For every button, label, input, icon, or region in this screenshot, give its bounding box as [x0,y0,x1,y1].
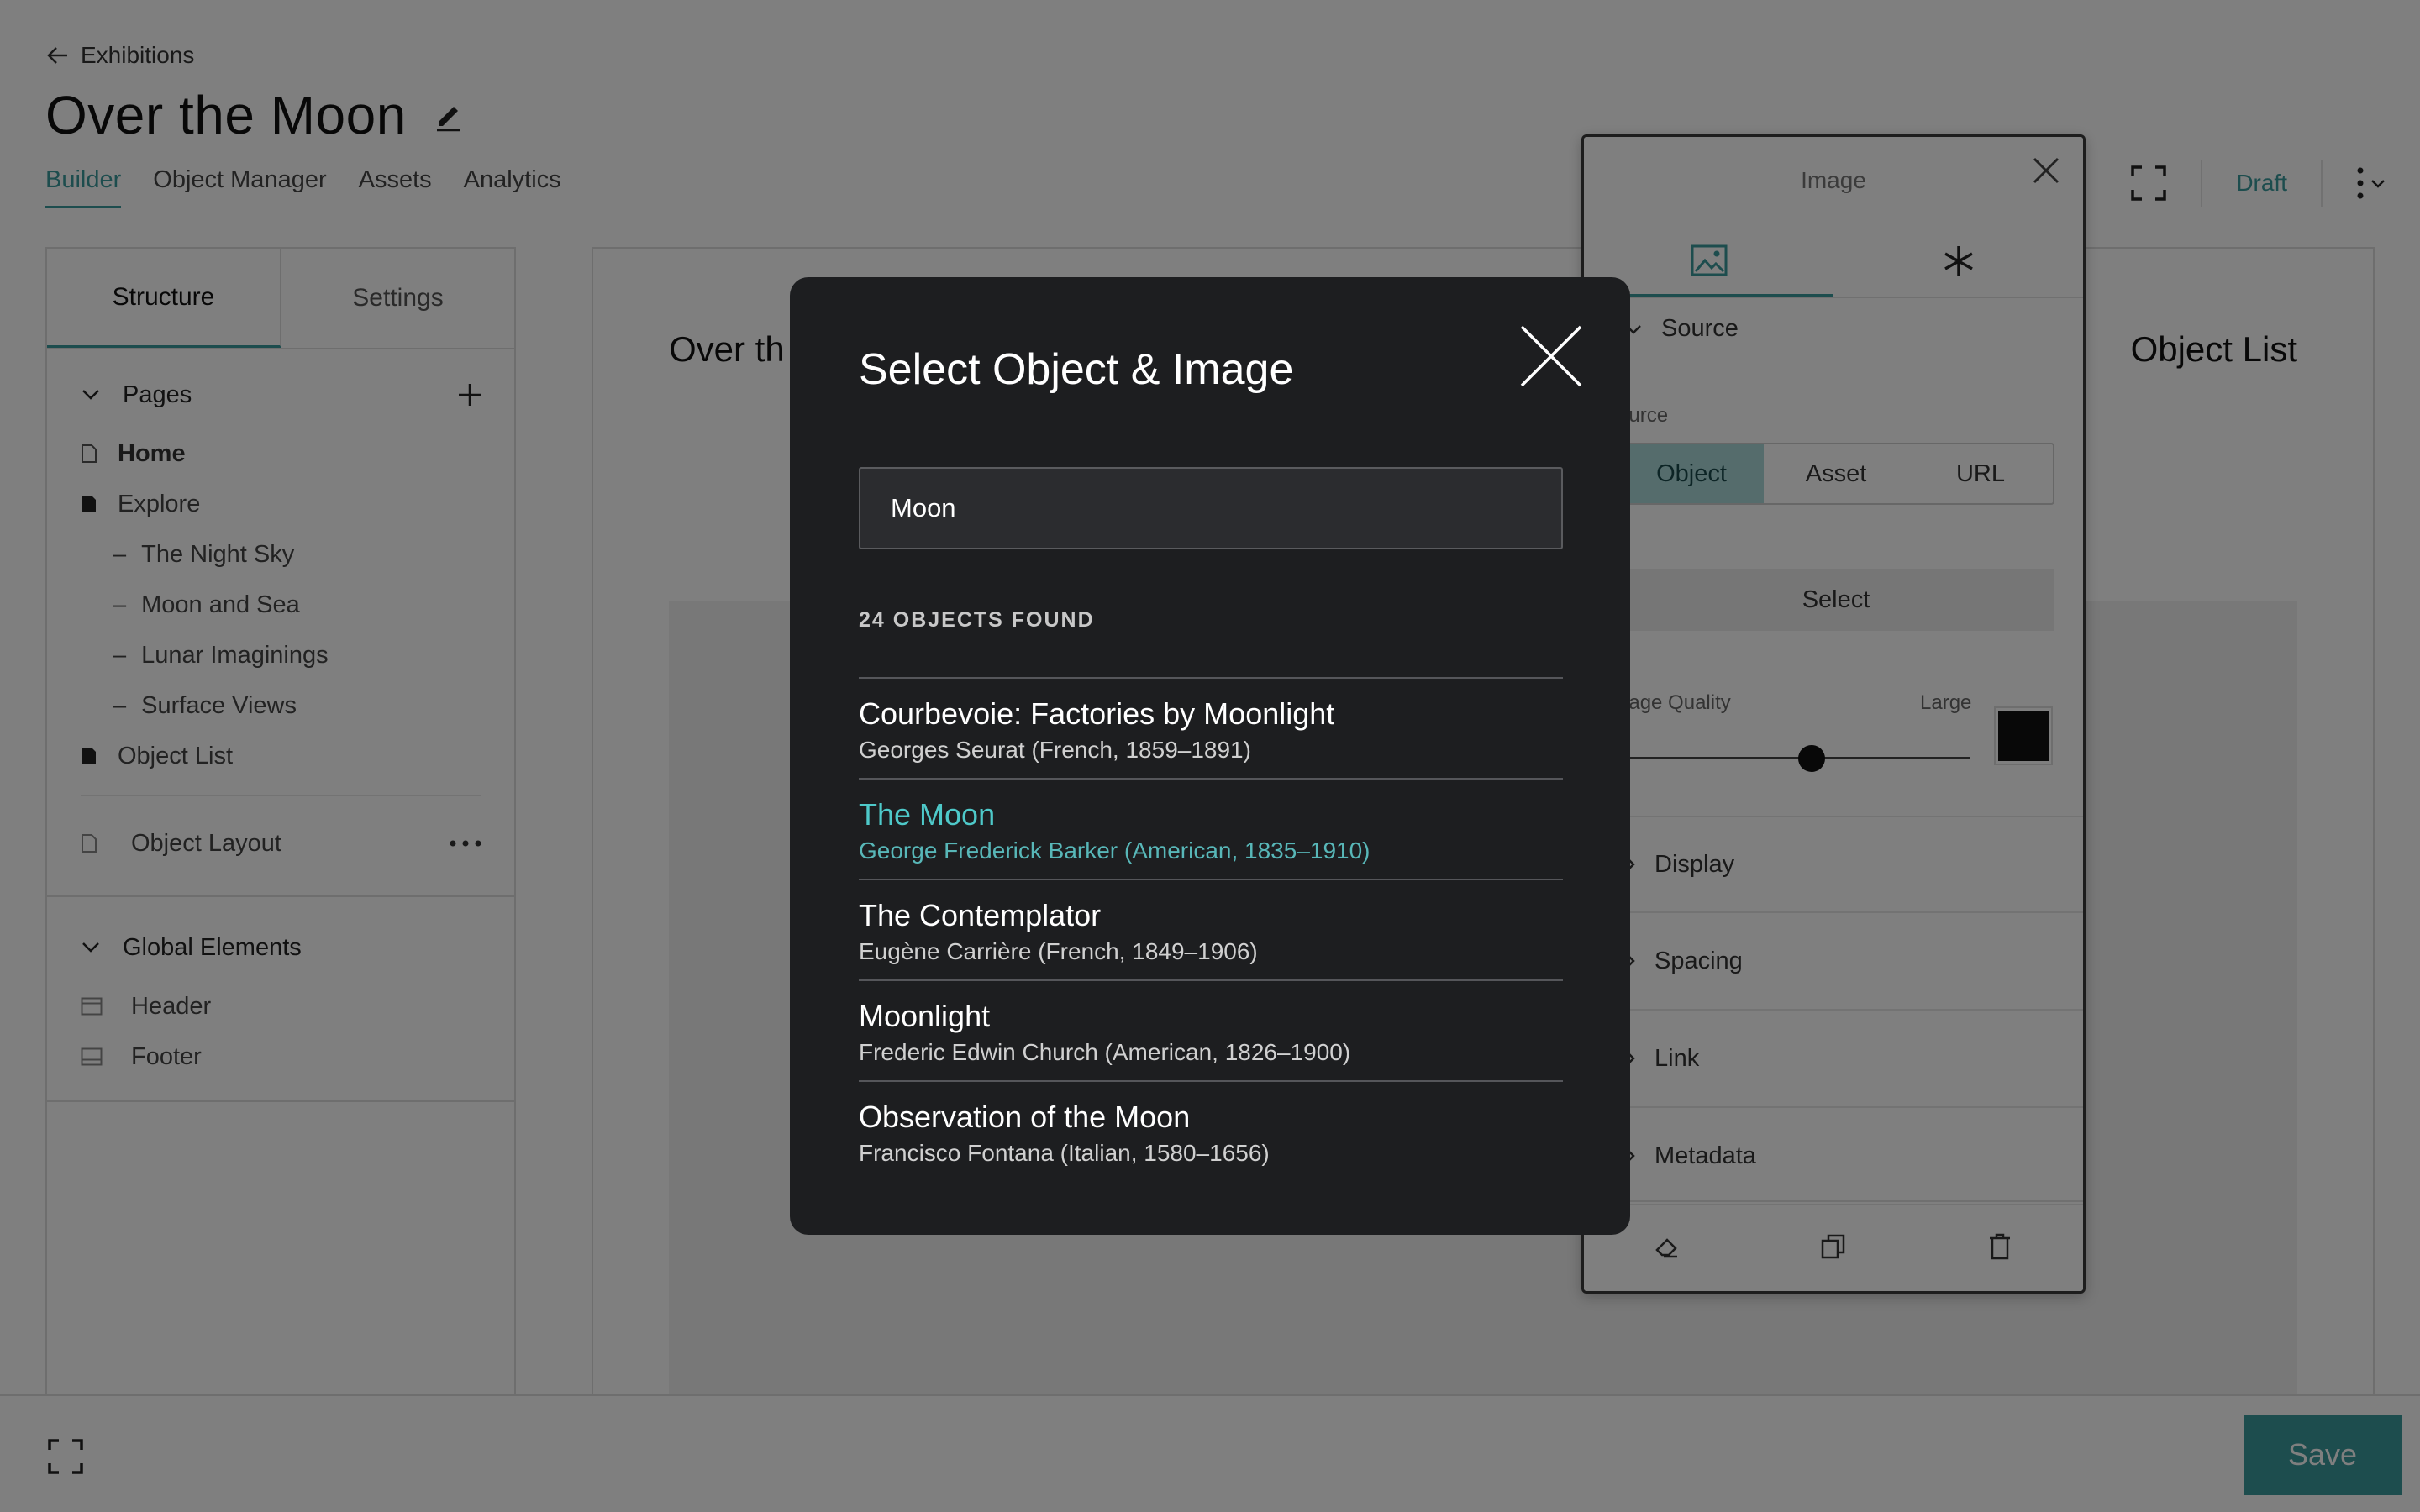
result-artist: George Frederick Barker (American, 1835–… [859,837,1370,864]
result-item[interactable]: Observation of the Moon Francisco Fontan… [859,1080,1563,1181]
modal-close-button[interactable] [1518,323,1585,390]
result-item-selected[interactable]: The Moon George Frederick Barker (Americ… [859,778,1563,879]
results-list: Courbevoie: Factories by Moonlight Georg… [859,677,1563,1181]
result-title: Courbevoie: Factories by Moonlight [859,696,1335,731]
results-count: 24 OBJECTS FOUND [859,608,1095,632]
object-search-input[interactable] [859,467,1563,549]
result-artist: Eugène Carrière (French, 1849–1906) [859,938,1258,965]
result-artist: Francisco Fontana (Italian, 1580–1656) [859,1140,1270,1167]
result-title: Observation of the Moon [859,1100,1191,1134]
modal-title: Select Object & Image [859,345,1294,394]
result-item[interactable]: Courbevoie: Factories by Moonlight Georg… [859,677,1563,778]
result-item[interactable]: The Contemplator Eugène Carrière (French… [859,879,1563,979]
result-title: The Moon [859,797,996,832]
result-item[interactable]: Moonlight Frederic Edwin Church (America… [859,979,1563,1080]
close-icon [1520,325,1582,387]
result-title: Moonlight [859,999,991,1033]
result-artist: Georges Seurat (French, 1859–1891) [859,737,1251,764]
result-artist: Frederic Edwin Church (American, 1826–19… [859,1039,1351,1066]
result-title: The Contemplator [859,898,1102,932]
select-object-modal: Select Object & Image 24 OBJECTS FOUND C… [790,277,1630,1235]
